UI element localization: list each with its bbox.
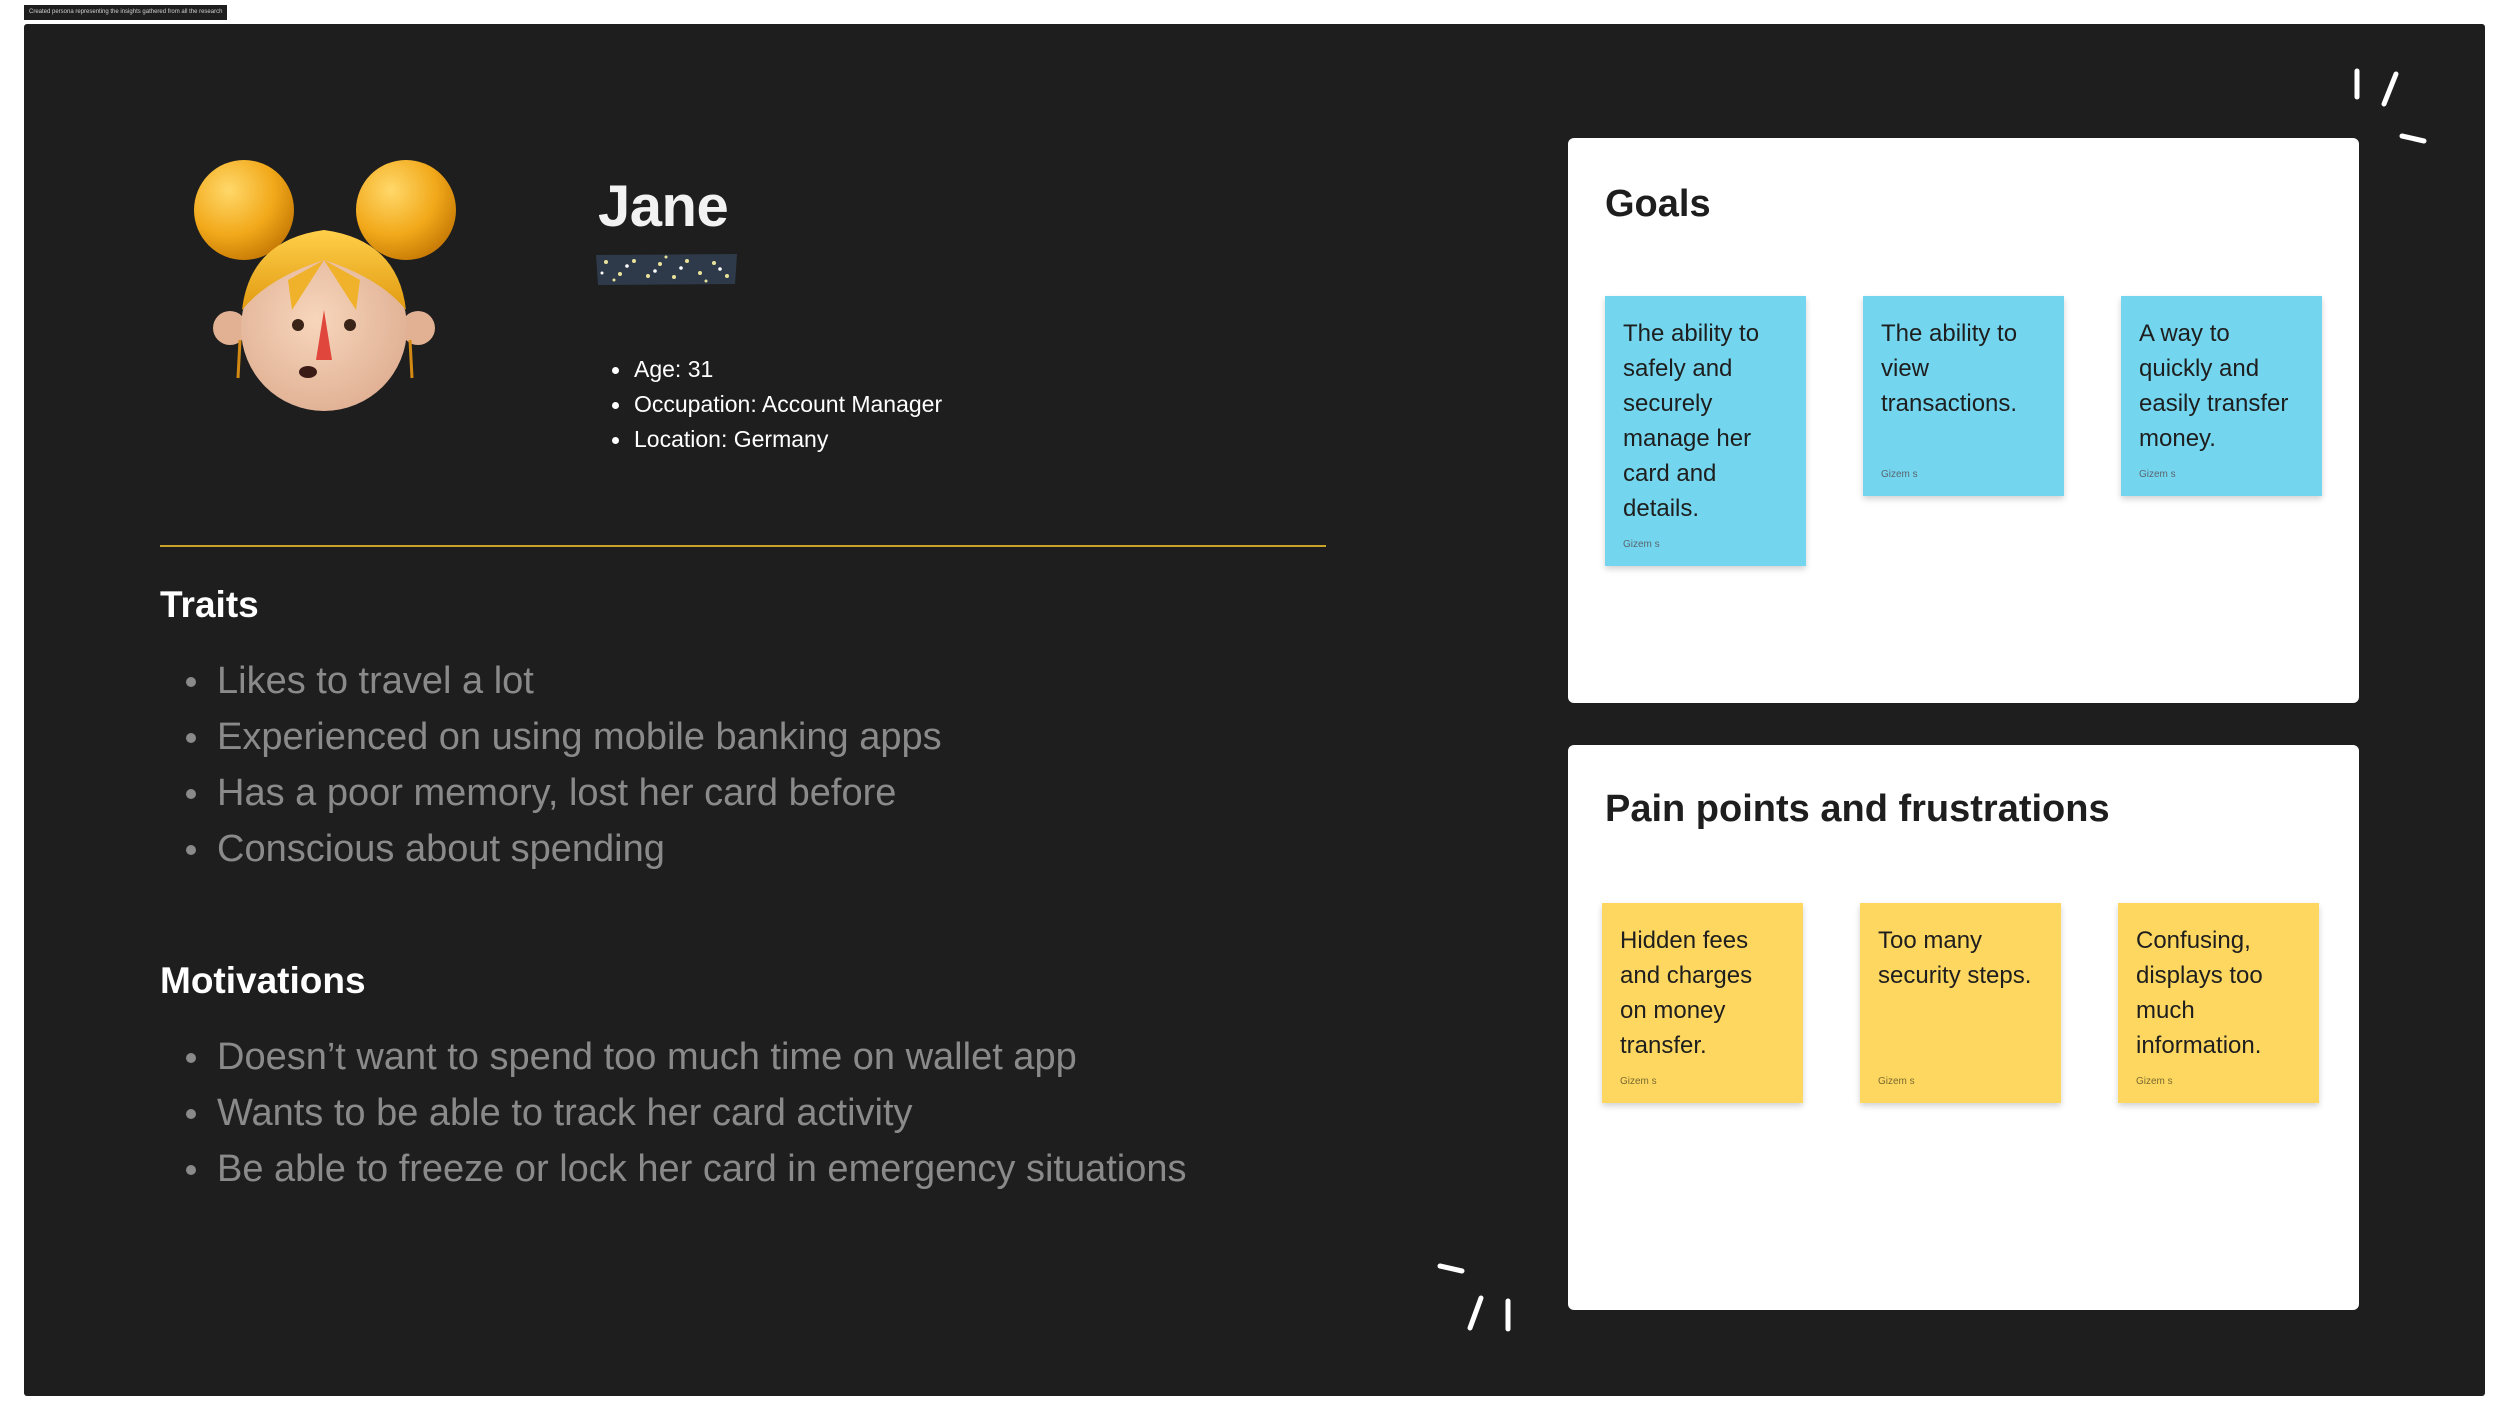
traits-heading: Traits	[160, 584, 259, 625]
frame-label[interactable]: Created persona representing the insight…	[24, 5, 228, 20]
fact-occupation: Occupation: Account Manager	[612, 387, 942, 422]
sticky-author: Gizem s	[2139, 469, 2176, 480]
sticky-author: Gizem s	[1878, 1076, 1915, 1087]
sticky-text: The ability to safely and securely manag…	[1623, 320, 1760, 522]
sticky-author: Gizem s	[1881, 469, 1918, 480]
list-item: Experienced on using mobile banking apps	[182, 709, 942, 765]
traits-list: Likes to travel a lot Experienced on usi…	[182, 653, 942, 877]
goal-sticky-note[interactable]: A way to quickly and easily transfer mon…	[2121, 296, 2322, 496]
fact-age: Age: 31	[612, 352, 942, 387]
pain-points-title: Pain points and frustrations	[1605, 788, 2110, 830]
sticky-author: Gizem s	[1620, 1076, 1657, 1087]
persona-name: Jane	[598, 174, 729, 239]
list-item: Conscious about spending	[182, 821, 942, 877]
goal-sticky-note[interactable]: The ability to safely and securely manag…	[1605, 296, 1806, 566]
sparkle-lines-icon	[1437, 1263, 1511, 1332]
sticky-author: Gizem s	[1623, 539, 1660, 550]
sticky-text: Too many security steps.	[1878, 927, 2032, 989]
list-item: Has a poor memory, lost her card before	[182, 765, 942, 821]
sticky-text: A way to quickly and easily transfer mon…	[2139, 320, 2289, 452]
list-item: Likes to travel a lot	[182, 653, 942, 709]
goals-title: Goals	[1605, 183, 1711, 225]
pain-points-board[interactable]: Pain points and frustrations Hidden fees…	[1568, 745, 2359, 1310]
section-divider	[160, 545, 1326, 547]
motivations-list: Doesn’t want to spend too much time on w…	[182, 1029, 1187, 1197]
fact-location: Location: Germany	[612, 422, 942, 457]
persona-frame: Jane Age: 31 Occupation: Account Manager…	[24, 24, 2485, 1396]
sticky-text: The ability to view transactions.	[1881, 320, 2018, 417]
pain-point-sticky-note[interactable]: Hidden fees and charges on money transfe…	[1602, 903, 1803, 1103]
goal-sticky-note[interactable]: The ability to view transactions. Gizem …	[1863, 296, 2064, 496]
sticky-author: Gizem s	[2136, 1076, 2173, 1087]
pain-point-sticky-note[interactable]: Too many security steps. Gizem s	[1860, 903, 2061, 1103]
washi-tape-decoration	[596, 254, 737, 285]
sticky-text: Confusing, displays too much information…	[2136, 927, 2263, 1059]
girl-with-buns-emoji-icon	[194, 160, 456, 411]
motivations-heading: Motivations	[160, 960, 366, 1001]
persona-facts: Age: 31 Occupation: Account Manager Loca…	[612, 352, 942, 457]
list-item: Wants to be able to track her card activ…	[182, 1085, 1187, 1141]
goals-board[interactable]: Goals The ability to safely and securely…	[1568, 138, 2359, 703]
sticky-text: Hidden fees and charges on money transfe…	[1620, 927, 1753, 1059]
pain-point-sticky-note[interactable]: Confusing, displays too much information…	[2118, 903, 2319, 1103]
list-item: Be able to freeze or lock her card in em…	[182, 1141, 1187, 1197]
list-item: Doesn’t want to spend too much time on w…	[182, 1029, 1187, 1085]
sparkle-lines-icon	[2354, 68, 2427, 144]
